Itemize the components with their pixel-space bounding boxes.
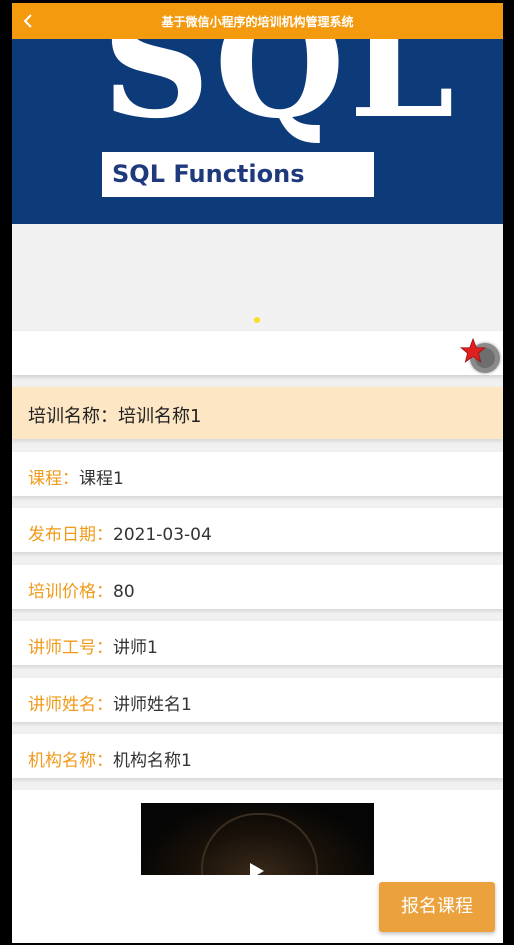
field-publish-date-value: 2021-03-04 xyxy=(113,525,212,545)
field-publish-date-text: 发布日期：2021-03-04 xyxy=(28,520,212,545)
field-org-name-value: 机构名称1 xyxy=(113,751,192,771)
field-price-label: 培训价格： xyxy=(28,582,113,602)
field-course-text: 课程：课程1 xyxy=(28,464,124,489)
swiper-indicator-dot[interactable] xyxy=(254,317,260,323)
page-title: 基于微信小程序的培训机构管理系统 xyxy=(161,15,354,29)
field-teacher-id: 讲师工号：讲师1 xyxy=(12,621,503,665)
field-teacher-id-label: 讲师工号： xyxy=(28,638,113,658)
training-name-label: 培训名称： xyxy=(28,406,118,427)
field-course-value: 课程1 xyxy=(79,469,124,489)
field-teacher-name-label: 讲师姓名： xyxy=(28,695,113,715)
field-org-name: 机构名称：机构名称1 xyxy=(12,734,503,778)
field-publish-date-label: 发布日期： xyxy=(28,525,113,545)
banner-caption: SQL Functions xyxy=(112,160,305,188)
banner-caption-box: SQL Functions xyxy=(102,152,374,197)
field-org-name-text: 机构名称：机构名称1 xyxy=(28,746,192,771)
banner-big-text: SQL xyxy=(102,39,459,152)
field-price: 培训价格：80 xyxy=(12,565,503,609)
star-icon[interactable] xyxy=(460,338,486,364)
training-name-card: 培训名称：培训名称1 xyxy=(12,387,503,439)
field-price-text: 培训价格：80 xyxy=(28,577,135,602)
video-player[interactable] xyxy=(141,803,374,875)
nav-bar: 基于微信小程序的培训机构管理系统 xyxy=(12,3,503,39)
field-teacher-name-value: 讲师姓名1 xyxy=(113,695,192,715)
training-name-value: 培训名称1 xyxy=(118,406,202,427)
enroll-button[interactable]: 报名课程 xyxy=(379,882,495,932)
field-price-value: 80 xyxy=(113,582,135,602)
field-teacher-name: 讲师姓名：讲师姓名1 xyxy=(12,678,503,722)
field-course: 课程：课程1 xyxy=(12,452,503,496)
play-icon[interactable] xyxy=(250,863,264,875)
field-teacher-id-value: 讲师1 xyxy=(113,638,158,658)
banner-image[interactable]: SQL SQL Functions xyxy=(12,39,503,224)
swiper-area xyxy=(12,224,503,330)
field-org-name-label: 机构名称： xyxy=(28,751,113,771)
training-name: 培训名称：培训名称1 xyxy=(28,402,201,428)
field-teacher-name-text: 讲师姓名：讲师姓名1 xyxy=(28,690,192,715)
collect-bar xyxy=(12,331,503,375)
field-course-label: 课程： xyxy=(28,469,79,489)
phone-screen: 基于微信小程序的培训机构管理系统 SQL SQL Functions 培训名称：… xyxy=(12,3,503,943)
field-teacher-id-text: 讲师工号：讲师1 xyxy=(28,633,158,658)
field-publish-date: 发布日期：2021-03-04 xyxy=(12,508,503,552)
